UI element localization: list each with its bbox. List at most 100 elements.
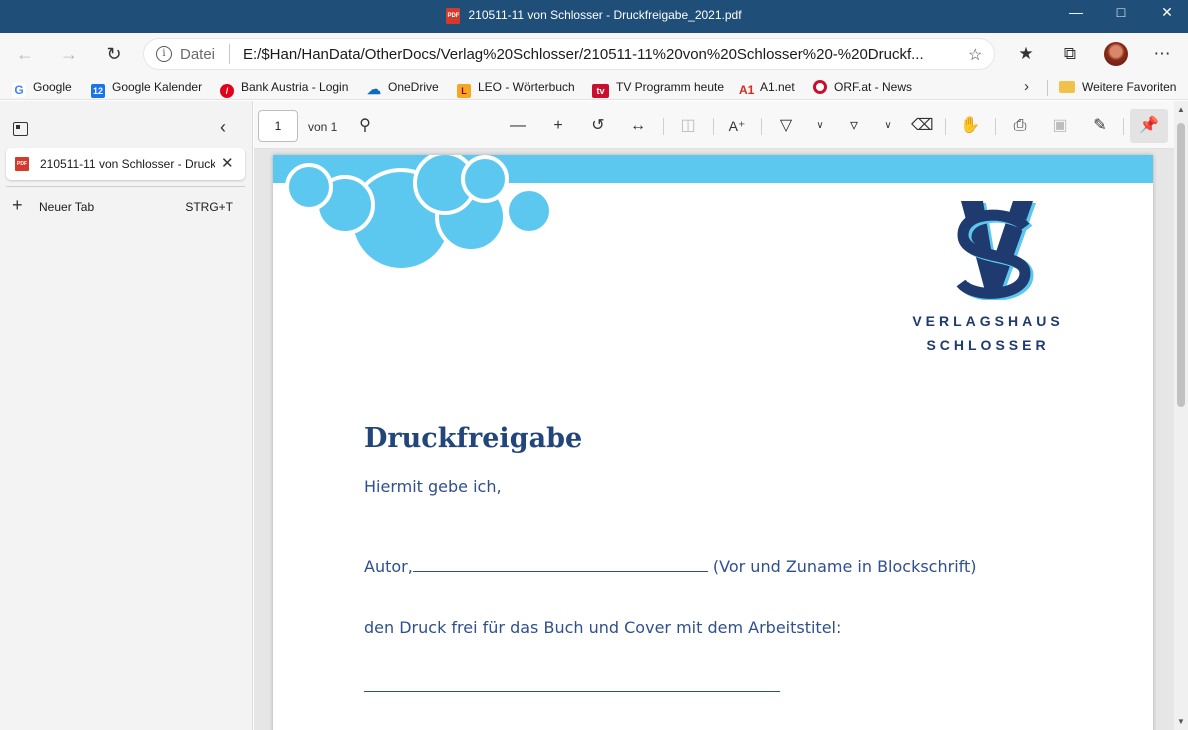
favorite-onedrive[interactable]: ☁ OneDrive (367, 79, 439, 97)
scroll-up-arrow-icon[interactable]: ▲ (1177, 105, 1185, 114)
plus-icon: + (12, 195, 23, 215)
document-heading: Druckfreigabe (364, 423, 583, 454)
title-bar: PDF 210511-11 von Schlosser - Druckfreiga… (0, 0, 1188, 33)
tab-label: 210511-11 von Schlosser - Druckfreigabe_… (40, 157, 215, 171)
highlight-options-chevron-icon[interactable]: ∨ (881, 115, 895, 137)
favorites-icon[interactable]: ★ (1014, 43, 1038, 65)
new-tab-label: Neuer Tab (39, 200, 95, 214)
add-favorite-icon[interactable]: ☆ (968, 45, 982, 65)
address-bar[interactable]: i Datei E:/$Han/HanData/OtherDocs/Verlag… (143, 38, 995, 70)
title-underline (364, 678, 780, 692)
page-number-input[interactable]: 1 (258, 110, 298, 142)
zoom-in-button[interactable]: + (547, 115, 569, 137)
calendar-icon: 12 (91, 84, 105, 98)
tab-actions-icon[interactable] (13, 122, 28, 136)
url-text[interactable]: E:/$Han/HanData/OtherDocs/Verlag%20Schlo… (243, 46, 959, 63)
save-as-icon[interactable]: ✎ (1089, 115, 1111, 137)
close-tab-icon[interactable]: ✕ (221, 154, 234, 172)
a1-icon: A1 (739, 83, 755, 97)
tab-pdf-document[interactable]: PDF 210511-11 von Schlosser - Druckfreig… (6, 148, 245, 180)
bubbles-decoration (285, 155, 553, 272)
author-blank-line (412, 558, 708, 572)
close-window-button[interactable]: ✕ (1144, 0, 1188, 28)
draw-options-chevron-icon[interactable]: ∨ (813, 115, 827, 137)
new-tab-shortcut: STRG+T (185, 200, 233, 214)
rotate-icon[interactable]: ↺ (587, 115, 609, 137)
draw-icon[interactable]: ▽ (775, 115, 797, 137)
toolbar-divider (761, 118, 762, 135)
highlight-icon[interactable]: ▿ (843, 115, 865, 137)
toolbar-divider (663, 118, 664, 135)
google-icon: G (12, 83, 26, 97)
pdf-tab-icon: PDF (15, 157, 29, 171)
vs-logo-mark (956, 201, 1036, 300)
title-blank-line (364, 677, 780, 696)
toolbar-divider (713, 118, 714, 135)
author-suffix: (Vor und Zuname in Blockschrift) (712, 557, 977, 576)
favorites-overflow-chevron-icon[interactable]: › (1024, 78, 1029, 95)
navigation-bar: ← → ↻ i Datei E:/$Han/HanData/OtherDocs/… (0, 33, 1188, 75)
scrollbar-thumb[interactable] (1177, 123, 1185, 407)
bank-austria-icon: / (220, 84, 234, 98)
save-icon[interactable]: ▣ (1049, 115, 1071, 137)
pdf-toolbar: 1 von 1 ⚲ — + ↺ ↔ ◫ A⁺ ▽ ∨ ▿ ∨ ⌫ ✋ ⎙ ▣ ✎… (254, 101, 1188, 149)
cloud-icon: ☁ (367, 81, 381, 97)
favorites-bar: G Google 12 Google Kalender / Bank Austria … (0, 75, 1188, 100)
zoom-out-button[interactable]: — (507, 115, 529, 137)
favorite-a1[interactable]: A1 A1.net (739, 79, 795, 97)
maximize-button[interactable]: □ (1098, 0, 1144, 28)
refresh-button[interactable]: ↻ (101, 42, 127, 66)
fit-width-icon[interactable]: ↔ (627, 115, 649, 137)
back-button[interactable]: ← (12, 42, 38, 66)
eraser-icon[interactable]: ⌫ (911, 115, 934, 137)
search-icon[interactable]: ⚲ (354, 115, 376, 137)
new-tab-button[interactable]: + Neuer Tab STRG+T (12, 195, 237, 216)
logo-name-line1: VERLAGSHAUS (912, 313, 1064, 329)
pdf-file-icon: PDF (446, 8, 461, 24)
favorites-divider (1047, 80, 1048, 96)
author-line: Autor, (Vor und Zuname in Blockschrift) (364, 557, 977, 576)
verlagshaus-schlosser-logo: VERLAGSHAUS SCHLOSSER (893, 195, 1083, 355)
orf-icon (813, 80, 827, 94)
author-prefix: Autor, (364, 557, 413, 576)
favorite-orf[interactable]: ORF.at - News (813, 79, 912, 97)
info-icon[interactable]: i (156, 46, 172, 62)
favorite-tv-programm[interactable]: tv TV Programm heute (592, 79, 724, 98)
logo-name-line2: SCHLOSSER (926, 337, 1050, 353)
scroll-down-arrow-icon[interactable]: ▼ (1177, 717, 1185, 726)
window-title-text: 210511-11 von Schlosser - Druckfreigabe_… (468, 8, 742, 23)
vertical-scrollbar[interactable]: ▲ ▼ (1174, 101, 1188, 730)
other-favorites-folder[interactable]: Weitere Favoriten (1059, 79, 1176, 97)
toolbar-divider (945, 118, 946, 135)
collections-icon[interactable]: ⧉ (1058, 43, 1082, 65)
url-divider (229, 44, 230, 64)
favorite-google-kalender[interactable]: 12 Google Kalender (91, 79, 202, 98)
leo-icon: L (457, 84, 471, 98)
tv-icon: tv (592, 84, 609, 98)
favorite-google[interactable]: G Google (12, 79, 72, 97)
favorite-leo[interactable]: L LEO - Wörterbuch (457, 79, 575, 98)
forward-button[interactable]: → (56, 42, 82, 66)
folder-icon (1059, 81, 1075, 93)
page-view-icon[interactable]: ◫ (677, 115, 699, 137)
more-options-icon[interactable]: ⋯ (1150, 43, 1174, 65)
favorite-bank-austria[interactable]: / Bank Austria - Login (220, 79, 348, 98)
url-scheme-label: Datei (180, 46, 216, 63)
minimize-button[interactable]: — (1053, 0, 1099, 28)
print-icon[interactable]: ⎙ (1009, 115, 1031, 137)
toolbar-divider (995, 118, 996, 135)
profile-avatar[interactable] (1104, 42, 1128, 66)
vertical-tabs-sidebar: ‹ PDF 210511-11 von Schlosser - Druckfre… (0, 101, 253, 730)
sidebar-divider (6, 186, 245, 187)
window-title: PDF 210511-11 von Schlosser - Druckfreiga… (0, 8, 1188, 24)
document-release-text: den Druck frei für das Buch und Cover mi… (364, 618, 842, 637)
touch-icon[interactable]: ✋ (959, 115, 981, 137)
read-aloud-icon[interactable]: A⁺ (726, 115, 748, 137)
toolbar-divider (1123, 118, 1124, 135)
pdf-page: VERLAGSHAUS SCHLOSSER Druckfreigabe Hier… (273, 155, 1153, 730)
page-total-label: von 1 (308, 120, 338, 134)
pin-toolbar-icon[interactable]: 📌 (1130, 109, 1168, 143)
collapse-sidebar-chevron-icon[interactable]: ‹ (220, 117, 226, 138)
document-intro: Hiermit gebe ich, (364, 477, 502, 496)
pdf-viewer[interactable]: VERLAGSHAUS SCHLOSSER Druckfreigabe Hier… (254, 149, 1174, 730)
